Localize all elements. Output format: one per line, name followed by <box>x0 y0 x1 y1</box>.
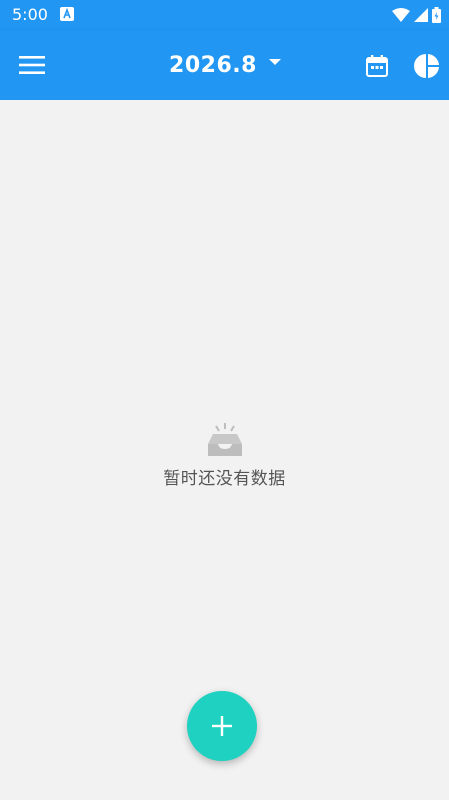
menu-button[interactable] <box>14 47 50 83</box>
battery-icon <box>432 7 441 23</box>
status-bar: 5:00 <box>0 0 449 30</box>
month-selector[interactable]: 2026.8 <box>160 47 290 83</box>
status-icons <box>392 6 441 24</box>
status-time: 5:00 <box>12 5 48 24</box>
chevron-down-icon <box>268 59 281 65</box>
empty-message: 暂时还没有数据 <box>163 469 286 489</box>
month-label: 2026.8 <box>169 52 257 78</box>
pie-chart-icon <box>414 54 439 78</box>
plus-icon <box>212 716 232 736</box>
menu-icon <box>19 56 45 74</box>
empty-inbox-icon <box>207 423 242 456</box>
stats-button[interactable] <box>410 49 444 83</box>
signal-icon <box>414 8 428 22</box>
wifi-icon <box>392 8 410 22</box>
calendar-icon <box>366 55 388 77</box>
android-a-icon <box>60 7 74 21</box>
calendar-button[interactable] <box>360 49 394 83</box>
app-bar: 2026.8 <box>0 30 449 100</box>
empty-state: 暂时还没有数据 <box>0 422 449 489</box>
add-record-button[interactable] <box>187 691 257 761</box>
